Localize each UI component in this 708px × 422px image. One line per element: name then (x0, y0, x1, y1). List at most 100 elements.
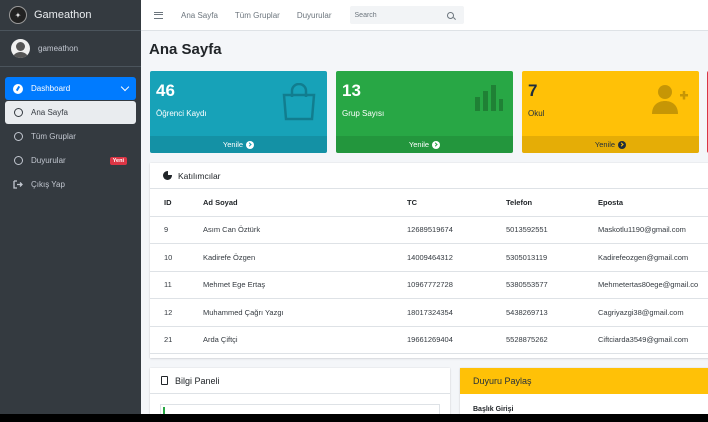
cell-id: 21 (150, 326, 203, 354)
sidebar-item-label: Ana Sayfa (31, 108, 68, 117)
cell-email: Kadirefeozgen@gmail.com (598, 243, 708, 272)
cell-name: Asım Can Öztürk (203, 216, 407, 244)
participants-title: Katılımcılar (178, 170, 221, 181)
table-row[interactable]: 10 Kadirefe Özgen 14009464312 5305013119… (150, 243, 708, 272)
topnav-link-duyurular[interactable]: Duyurular (297, 11, 332, 20)
cell-id: 9 (150, 216, 203, 244)
column-header-id[interactable]: ID (150, 189, 203, 217)
sidebar-item-label: Duyurular (31, 156, 66, 165)
main-content: Ana Sayfa 46 Öğrenci Kaydı Yenile 13 Gru… (141, 31, 708, 414)
title-field-label: Başlık Girişi (473, 406, 514, 413)
column-header-email[interactable]: Eposta (598, 189, 708, 217)
info-panel-body (160, 404, 440, 414)
cell-phone: 5013592551 (506, 216, 598, 244)
dashboard-icon (13, 83, 23, 94)
sidebar-item-label: Çıkış Yap (31, 180, 65, 189)
share-panel-card: Duyuru Paylaş Başlık Girişi (460, 368, 708, 414)
table-row[interactable]: 12 Muhammed Çağrı Yazgı 18017324354 5438… (150, 298, 708, 327)
cell-name: Mehmet Ege Ertaş (203, 271, 407, 299)
screen-bottom-edge (0, 414, 708, 422)
stat-label: Öğrenci Kaydı (156, 109, 207, 118)
stat-box-schools: 7 Okul Yenile (522, 71, 699, 153)
arrow-circle-right-icon (432, 140, 441, 149)
user-panel[interactable]: gameathon (0, 31, 141, 67)
table-row[interactable]: 11 Mehmet Ege Ertaş 10967772728 53805535… (150, 271, 708, 299)
cell-name: Muhammed Çağrı Yazgı (203, 298, 407, 327)
brand-logo-icon: ✦ (9, 6, 27, 24)
sidebar-item-ana-sayfa[interactable]: Ana Sayfa (5, 101, 136, 124)
sign-out-icon (13, 180, 23, 190)
circle-icon (13, 156, 23, 166)
cell-email: Cagriyazgi38@gmail.com (598, 298, 708, 327)
circle-icon (13, 108, 23, 118)
new-badge: Yeni (109, 156, 127, 165)
circle-icon (13, 132, 23, 142)
sidebar-item-duyurular[interactable]: Duyurular Yeni (5, 149, 136, 172)
participants-card: Katılımcılar ID Ad Soyad TC Telefon Epos… (150, 163, 708, 358)
info-panel-card: Bilgi Paneli (150, 368, 450, 414)
pie-chart-icon (163, 170, 173, 180)
cell-tc: 12689519674 (407, 216, 506, 244)
share-panel-header: Duyuru Paylaş (460, 368, 708, 394)
clipboard-icon (161, 376, 168, 385)
cell-id: 12 (150, 298, 203, 327)
cell-id: 10 (150, 243, 203, 272)
brand-name: Gameathon (34, 9, 92, 21)
menu-toggle-icon[interactable] (154, 11, 163, 19)
topnav-link-tum-gruplar[interactable]: Tüm Gruplar (235, 11, 280, 20)
sidebar-item-label: Tüm Gruplar (31, 132, 76, 141)
cell-id: 11 (150, 271, 203, 299)
search-input[interactable] (354, 11, 447, 19)
search-icon[interactable] (446, 11, 454, 19)
sidebar-item-tum-gruplar[interactable]: Tüm Gruplar (5, 125, 136, 148)
stat-box-students: 46 Öğrenci Kaydı Yenile (150, 71, 327, 153)
stat-box-groups: 13 Grup Sayısı Yenile (336, 71, 513, 153)
refresh-label: Yenile (222, 140, 244, 149)
shopping-bag-icon (282, 83, 316, 121)
table-row[interactable]: 21 Arda Çiftçi 19661269404 5528875262 Ci… (150, 326, 708, 354)
refresh-label: Yenile (408, 140, 430, 149)
arrow-circle-right-icon (618, 140, 627, 149)
cell-tc: 10967772728 (407, 271, 506, 299)
cell-phone: 5380553577 (506, 271, 598, 299)
progress-indicator (163, 407, 165, 414)
top-navbar: Ana Sayfa Tüm Gruplar Duyurular (141, 0, 708, 31)
column-header-phone[interactable]: Telefon (506, 189, 598, 217)
cell-phone: 5305013119 (506, 243, 598, 272)
search-box (349, 6, 464, 24)
column-header-name[interactable]: Ad Soyad (203, 189, 407, 217)
stat-label: Okul (528, 109, 545, 118)
sidebar-item-label: Dashboard (31, 84, 71, 93)
user-plus-icon (652, 85, 688, 114)
avatar (11, 39, 30, 58)
table-row[interactable]: 9 Asım Can Öztürk 12689519674 5013592551… (150, 216, 708, 244)
column-header-tc[interactable]: TC (407, 189, 506, 217)
stat-value: 13 (342, 81, 361, 100)
cell-name: Kadirefe Özgen (203, 243, 407, 272)
participants-header: Katılımcılar (150, 163, 708, 189)
cell-tc: 19661269404 (407, 326, 506, 354)
stat-label: Grup Sayısı (342, 109, 385, 118)
refresh-label: Yenile (594, 140, 616, 149)
cell-tc: 14009464312 (407, 243, 506, 272)
cell-email: Ciftciarda3549@gmail.com (598, 326, 708, 354)
sidebar-item-cikis-yap[interactable]: Çıkış Yap (5, 173, 136, 196)
cell-phone: 5438269713 (506, 298, 598, 327)
page-title: Ana Sayfa (149, 41, 222, 58)
cell-name: Arda Çiftçi (203, 326, 407, 354)
brand[interactable]: ✦ Gameathon (0, 0, 141, 31)
sidebar-item-dashboard[interactable]: Dashboard (5, 77, 136, 100)
cell-phone: 5528875262 (506, 326, 598, 354)
cell-email: Maskotlu1190@gmail.com (598, 216, 708, 244)
refresh-link[interactable]: Yenile (522, 136, 699, 153)
info-panel-header: Bilgi Paneli (150, 368, 450, 394)
sidebar-nav: Dashboard Ana Sayfa Tüm Gruplar Duyurula… (0, 67, 141, 196)
topnav-link-ana-sayfa[interactable]: Ana Sayfa (181, 11, 218, 20)
stat-value: 7 (528, 81, 538, 100)
info-panel-title: Bilgi Paneli (175, 375, 220, 386)
refresh-link[interactable]: Yenile (336, 136, 513, 153)
refresh-link[interactable]: Yenile (150, 136, 327, 153)
chevron-down-icon (120, 82, 130, 92)
cell-email: Mehmetertas80ege@gmail.co (598, 271, 708, 299)
user-name: gameathon (38, 44, 79, 53)
